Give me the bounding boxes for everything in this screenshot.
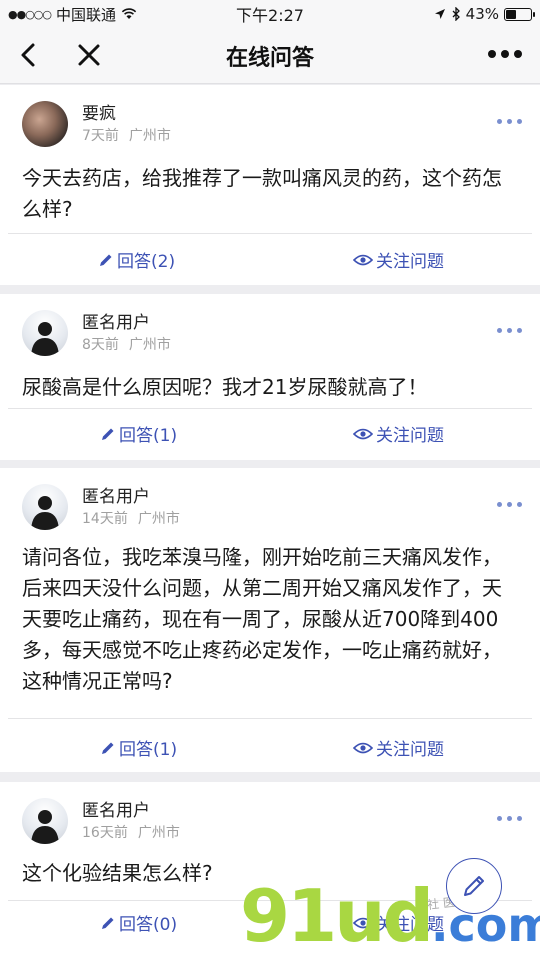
divider — [8, 718, 532, 719]
bluetooth-icon — [452, 7, 460, 21]
question-card: 匿名用户 8天前 广州市 尿酸高是什么原因呢？我才21岁尿酸就高了！ 回答(1)… — [0, 294, 540, 460]
question-more-icon[interactable] — [497, 119, 522, 124]
answer-label: 回答(1) — [119, 740, 178, 760]
follow-label: 关注问题 — [376, 426, 444, 446]
pencil-icon — [102, 428, 114, 440]
follow-label: 关注问题 — [376, 252, 444, 272]
pencil-icon — [102, 742, 114, 754]
follow-label: 关注问题 — [376, 740, 444, 760]
question-meta: 7天前 广州市 — [82, 125, 171, 145]
eye-icon — [353, 254, 373, 265]
location-arrow-icon — [434, 9, 445, 19]
ask-question-button[interactable] — [446, 858, 502, 914]
follow-button[interactable]: 关注问题 — [353, 735, 444, 760]
eye-icon — [353, 428, 373, 439]
pencil-icon — [464, 876, 484, 896]
status-bar: ●●○○○ 中国联通 下午2:27 43% — [0, 0, 540, 28]
answer-label: 回答(1) — [119, 426, 178, 446]
carrier-label: 中国联通 — [56, 5, 117, 24]
answer-button[interactable]: 回答(1) — [100, 421, 177, 446]
avatar — [22, 484, 68, 530]
answer-button[interactable]: 回答(0) — [100, 910, 177, 935]
question-card: 匿名用户 14天前 广州市 请问各位，我吃苯溴马隆，刚开始吃前三天痛风发作，后来… — [0, 468, 540, 772]
watermark-logo-main: 91ud — [240, 874, 434, 958]
question-city: 广州市 — [137, 825, 180, 841]
user-name: 匿名用户 — [82, 487, 150, 507]
divider — [8, 408, 532, 409]
avatar — [22, 798, 68, 844]
question-text[interactable]: 尿酸高是什么原因呢？我才21岁尿酸就高了！ — [22, 372, 516, 403]
question-time: 14天前 — [82, 511, 128, 527]
question-text[interactable]: 今天去药店，给我推荐了一款叫痛风灵的药，这个药怎么样? — [22, 163, 516, 225]
answer-button[interactable]: 回答(2) — [98, 247, 175, 272]
user-name: 要疯 — [82, 104, 116, 124]
question-meta: 14天前 广州市 — [82, 508, 180, 528]
user-name: 匿名用户 — [82, 801, 150, 821]
battery-level — [506, 9, 517, 19]
question-more-icon[interactable] — [497, 328, 522, 333]
close-icon[interactable] — [74, 40, 104, 70]
follow-button[interactable]: 关注问题 — [353, 421, 444, 446]
anonymous-user-icon — [31, 496, 59, 530]
question-meta: 8天前 广州市 — [82, 334, 171, 354]
follow-button[interactable]: 关注问题 — [353, 247, 444, 272]
answer-label: 回答(0) — [119, 915, 178, 935]
more-options-icon[interactable] — [488, 50, 522, 58]
avatar — [22, 310, 68, 356]
avatar — [22, 101, 68, 147]
question-city: 广州市 — [128, 128, 171, 144]
question-card: 要疯 7天前 广州市 今天去药店，给我推荐了一款叫痛风灵的药，这个药怎么样? 回… — [0, 85, 540, 285]
question-time: 16天前 — [82, 825, 128, 841]
eye-icon — [353, 742, 373, 753]
question-meta: 16天前 广州市 — [82, 822, 180, 842]
question-text[interactable]: 请问各位，我吃苯溴马隆，刚开始吃前三天痛风发作，后来四天没什么问题，从第二周开始… — [22, 542, 516, 697]
signal-strength-icon: ●●○○○ — [8, 7, 52, 21]
battery-icon — [504, 7, 535, 21]
question-more-icon[interactable] — [497, 816, 522, 821]
wifi-icon — [121, 8, 137, 19]
anonymous-user-icon — [31, 322, 59, 356]
anonymous-user-icon — [31, 810, 59, 844]
question-more-icon[interactable] — [497, 502, 522, 507]
question-time: 8天前 — [82, 337, 119, 353]
answer-label: 回答(2) — [117, 252, 176, 272]
question-time: 7天前 — [82, 128, 119, 144]
pencil-icon — [102, 917, 114, 929]
question-city: 广州市 — [128, 337, 171, 353]
answer-button[interactable]: 回答(1) — [100, 735, 177, 760]
divider — [8, 233, 532, 234]
back-arrow-icon[interactable] — [14, 40, 44, 70]
pencil-icon — [100, 254, 112, 266]
navigation-bar: 在线问答 — [0, 28, 540, 84]
battery-percent: 43% — [465, 5, 499, 23]
user-name: 匿名用户 — [82, 313, 150, 333]
question-city: 广州市 — [137, 511, 180, 527]
